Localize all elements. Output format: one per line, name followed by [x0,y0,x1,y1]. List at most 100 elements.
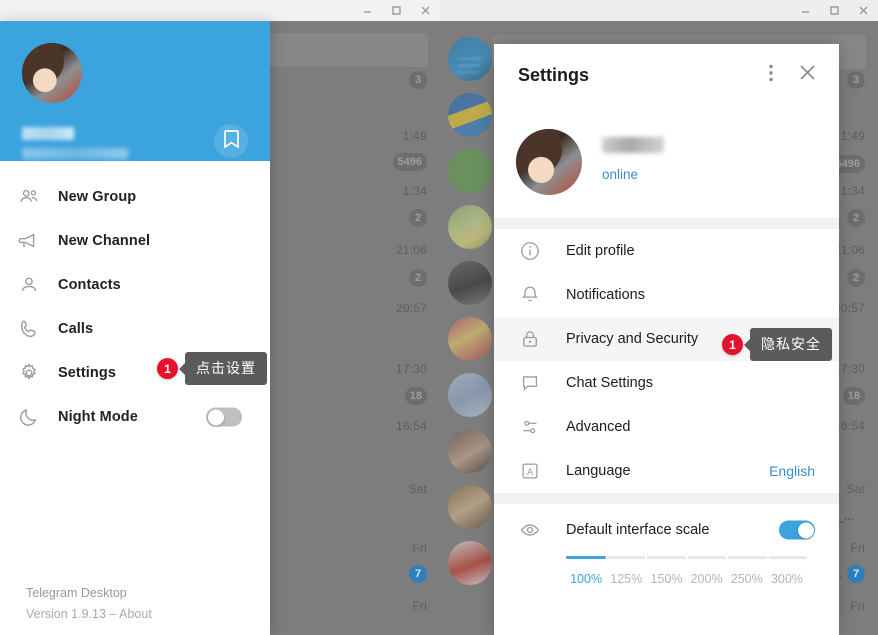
chat-time: 17:30 [395,362,427,376]
chat-avatar[interactable] [448,261,492,305]
default-interface-scale-toggle[interactable] [779,520,815,540]
person-icon [0,274,58,296]
settings-row-edit-profile[interactable]: Edit profile [494,229,839,273]
minimize-icon [362,5,373,16]
chat-time: 1:49 [840,129,865,143]
avatar[interactable] [22,43,82,103]
online-status-label: online [602,166,639,182]
settings-row-label: Language [566,463,631,479]
settings-row-label: Notifications [566,287,645,303]
sidebar-item-calls[interactable]: Calls [0,307,270,351]
scale-option-125[interactable]: 125% [606,572,646,586]
window-titlebar-left [0,0,440,21]
settings-row-label: Advanced [566,419,631,435]
app-version-label[interactable]: Version 1.9.13 – About [26,607,152,621]
maximize-button[interactable] [820,0,849,21]
side-menu-panel: New Group New Channel Contacts Calls Set… [0,21,270,635]
sidebar-item-label: New Group [58,189,137,205]
chat-avatar[interactable] [448,93,492,137]
settings-row-advanced[interactable]: Advanced [494,405,839,449]
letter-a-icon: A [494,460,566,482]
chat-time: Fri [850,541,865,555]
chat-bubble-icon [494,372,566,394]
scale-option-250[interactable]: 250% [727,572,767,586]
side-menu-profile-header [0,21,270,161]
unread-badge: 2 [409,209,427,227]
settings-header-actions [753,44,825,106]
language-value[interactable]: English [769,463,815,479]
unread-badge: 7 [847,565,865,583]
chat-time: Sat [846,482,865,496]
unread-badge: 2 [409,269,427,287]
callout-settings: 1 点击设置 [157,352,267,385]
scale-option-300[interactable]: 300% [767,572,807,586]
profile-phone-redacted [22,148,128,159]
phone-icon [0,318,58,340]
unread-badge: 7 [409,565,427,583]
settings-row-language[interactable]: A Language English [494,449,839,493]
side-menu-footer: Telegram Desktop Version 1.9.13 – About [26,586,152,621]
step-badge: 1 [722,334,743,355]
chat-avatar[interactable] [448,429,492,473]
slider-track[interactable] [566,556,807,559]
section-divider [494,218,839,229]
eye-icon [494,519,566,541]
maximize-button[interactable] [382,0,411,21]
scale-option-200[interactable]: 200% [687,572,727,586]
settings-more-button[interactable] [753,57,789,93]
settings-profile[interactable]: online [494,106,839,218]
chat-avatar[interactable] [448,317,492,361]
settings-row-default-interface-scale[interactable]: Default interface scale [494,504,839,556]
screenshot-root: code to anyone, eve... 3 1:49 rificación… [0,0,878,635]
chat-time: 1:49 [402,129,427,143]
chat-avatar[interactable] [448,37,492,81]
scale-option-150[interactable]: 150% [646,572,686,586]
megaphone-icon [0,230,58,252]
minimize-button[interactable] [791,0,820,21]
unread-badge: 18 [842,387,865,405]
settings-row-chat-settings[interactable]: Chat Settings [494,361,839,405]
chat-time: Fri [412,599,427,613]
sidebar-item-night-mode[interactable]: Night Mode [0,395,270,439]
lock-icon [494,328,566,350]
chat-avatar[interactable] [448,541,492,585]
close-button[interactable] [849,0,878,21]
chat-avatar[interactable] [448,149,492,193]
avatar[interactable] [516,129,582,195]
close-icon [858,5,869,16]
chat-time: Fri [850,599,865,613]
sidebar-item-label: Settings [58,365,116,381]
unread-badge: 3 [409,71,427,89]
bookmark-icon [223,129,239,153]
callout-privacy: 1 隐私安全 [722,328,832,361]
settings-close-button[interactable] [789,57,825,93]
chat-avatar[interactable] [448,205,492,249]
saved-messages-button[interactable] [214,124,248,158]
sidebar-item-new-channel[interactable]: New Channel [0,219,270,263]
maximize-icon [829,5,840,16]
close-icon [420,5,431,16]
night-mode-toggle[interactable] [206,407,242,427]
slider-tick-labels: 100% 125% 150% 200% 250% 300% [566,572,807,586]
page-title: Settings [518,64,590,85]
callout-text: 隐私安全 [750,328,832,361]
step-badge: 1 [157,358,178,379]
unread-badge: 18 [404,387,427,405]
sidebar-item-new-group[interactable]: New Group [0,175,270,219]
moon-icon [0,406,58,428]
chat-time: 1:34 [402,184,427,198]
chat-avatar[interactable] [448,485,492,529]
group-icon [0,186,58,208]
sidebar-item-contacts[interactable]: Contacts [0,263,270,307]
telegram-window-left: code to anyone, eve... 3 1:49 rificación… [0,0,440,635]
interface-scale-slider[interactable]: 100% 125% 150% 200% 250% 300% [494,556,839,586]
chat-avatar[interactable] [448,373,492,417]
sliders-icon [494,416,566,438]
scale-option-100[interactable]: 100% [566,572,606,586]
unread-badge: 5496 [392,153,427,171]
settings-row-label: Edit profile [566,243,635,259]
settings-row-notifications[interactable]: Notifications [494,273,839,317]
close-button[interactable] [411,0,440,21]
app-name-label: Telegram Desktop [26,586,127,600]
minimize-button[interactable] [353,0,382,21]
